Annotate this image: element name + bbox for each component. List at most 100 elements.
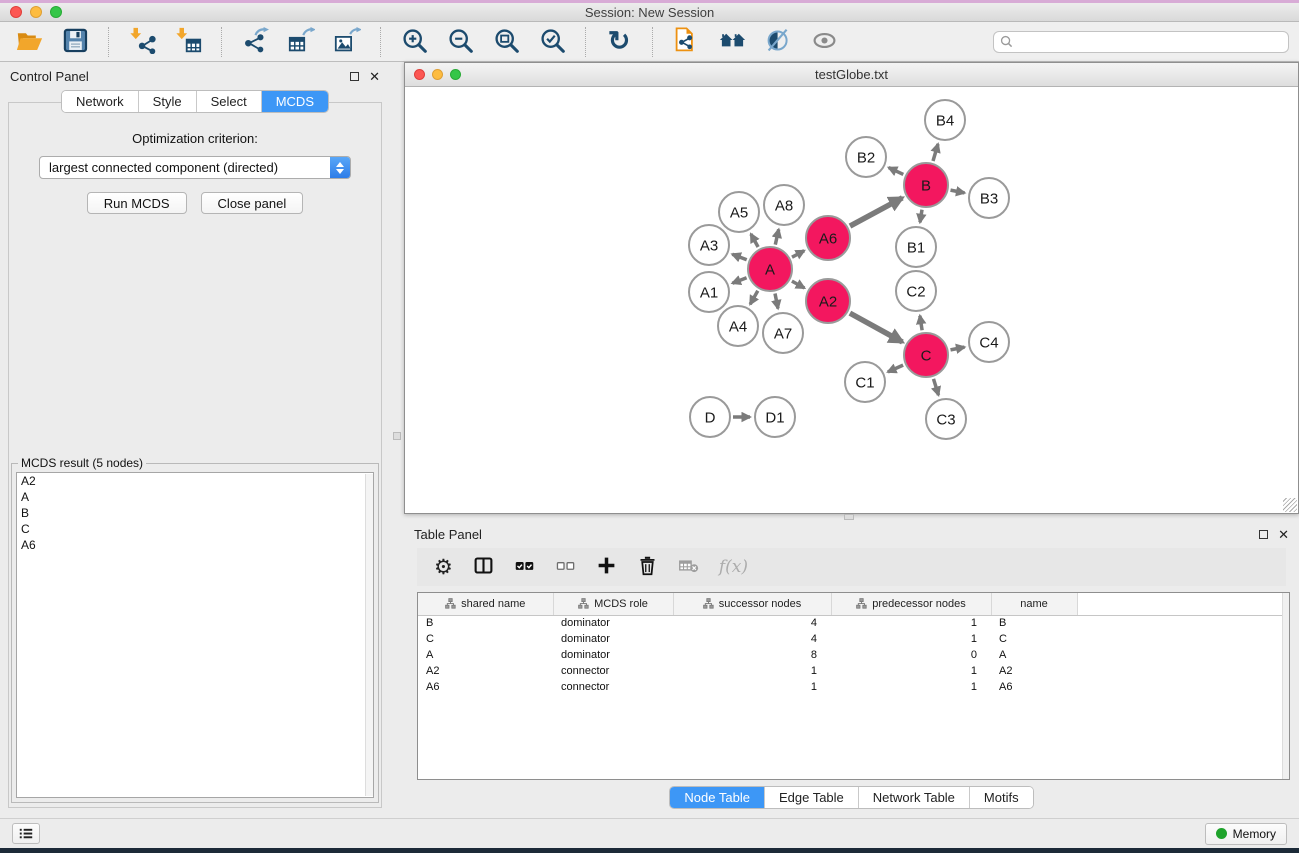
mcds-result-item[interactable]: C — [17, 521, 373, 537]
edge-A-A4[interactable] — [750, 291, 758, 304]
table-cell[interactable]: A — [418, 647, 553, 663]
memory-button[interactable]: Memory — [1205, 823, 1287, 845]
node-B[interactable]: B — [904, 163, 948, 207]
node-C4[interactable]: C4 — [969, 322, 1009, 362]
table-cell[interactable]: C — [991, 631, 1077, 647]
zoom-fit-button[interactable] — [487, 25, 525, 59]
table-cell[interactable]: dominator — [553, 615, 673, 631]
table-splitter[interactable] — [404, 514, 1299, 520]
table-cell[interactable]: 1 — [831, 663, 991, 679]
result-list-scrollbar[interactable] — [365, 474, 373, 796]
node-A1[interactable]: A1 — [689, 272, 729, 312]
table-cell[interactable]: 4 — [673, 615, 831, 631]
edge-A2-C[interactable] — [850, 313, 903, 342]
edge-C-C2[interactable] — [920, 316, 922, 331]
node-C2[interactable]: C2 — [896, 271, 936, 311]
table-row[interactable]: Cdominator41C — [418, 631, 1289, 647]
tab-node-table[interactable]: Node Table — [670, 787, 765, 808]
export-table-button[interactable] — [282, 25, 320, 59]
edge-A6-B[interactable] — [850, 198, 902, 226]
table-row[interactable]: Bdominator41B — [418, 615, 1289, 631]
close-panel-icon[interactable]: ✕ — [369, 70, 380, 83]
node-A2[interactable]: A2 — [806, 279, 850, 323]
search-field[interactable] — [993, 31, 1289, 53]
search-input[interactable] — [1017, 34, 1282, 50]
edge-A-A6[interactable] — [792, 251, 804, 258]
export-network-button[interactable] — [236, 25, 274, 59]
zoom-selected-button[interactable] — [533, 25, 571, 59]
table-cell[interactable]: connector — [553, 679, 673, 695]
table-options-gear-button[interactable]: ⚙ — [434, 557, 453, 578]
edge-B-B1[interactable] — [920, 210, 922, 223]
table-cell[interactable]: 1 — [673, 663, 831, 679]
edge-A-A2[interactable] — [792, 281, 805, 288]
network-window-titlebar[interactable]: testGlobe.txt — [405, 63, 1298, 87]
float-panel-icon[interactable] — [350, 72, 359, 81]
node-A8[interactable]: A8 — [764, 185, 804, 225]
table-cell[interactable]: C — [418, 631, 553, 647]
tab-network-table[interactable]: Network Table — [859, 787, 970, 808]
table-cell[interactable]: connector — [553, 663, 673, 679]
column-header[interactable]: successor nodes — [673, 593, 831, 615]
node-C[interactable]: C — [904, 333, 948, 377]
table-cell[interactable]: 1 — [673, 679, 831, 695]
table-close-panel-icon[interactable]: ✕ — [1278, 528, 1289, 541]
edge-C-C1[interactable] — [888, 365, 903, 372]
show-visual-details-button[interactable] — [805, 25, 843, 59]
edge-B-B3[interactable] — [951, 190, 965, 193]
mcds-result-item[interactable]: A6 — [17, 537, 373, 553]
window-titlebar[interactable]: Session: New Session — [0, 0, 1299, 22]
import-network-button[interactable] — [123, 25, 161, 59]
mcds-result-item[interactable]: A2 — [17, 473, 373, 489]
node-C3[interactable]: C3 — [926, 399, 966, 439]
table-scrollbar[interactable] — [1282, 593, 1289, 779]
edge-A-A5[interactable] — [751, 234, 758, 247]
table-cell[interactable]: 1 — [831, 679, 991, 695]
node-A3[interactable]: A3 — [689, 225, 729, 265]
network-canvas[interactable]: B4B2BB3B1A5A8A6A3AA1A2C2A4A7CC4C1C3DD1 — [405, 87, 1298, 513]
home-button[interactable] — [713, 25, 751, 59]
apply-layout-button[interactable]: ↻ — [600, 25, 638, 59]
close-panel-button[interactable]: Close panel — [201, 192, 304, 214]
network-graph[interactable]: B4B2BB3B1A5A8A6A3AA1A2C2A4A7CC4C1C3DD1 — [405, 87, 1298, 513]
edge-A-A7[interactable] — [775, 294, 778, 309]
column-header[interactable]: predecessor nodes — [831, 593, 991, 615]
tab-mcds[interactable]: MCDS — [262, 91, 328, 112]
splitter-handle[interactable] — [393, 432, 401, 440]
table-row[interactable]: A6connector11A6 — [418, 679, 1289, 695]
panel-splitter[interactable] — [390, 62, 404, 818]
run-mcds-button[interactable]: Run MCDS — [87, 192, 187, 214]
mcds-result-item[interactable]: A — [17, 489, 373, 505]
tab-edge-table[interactable]: Edge Table — [765, 787, 859, 808]
task-history-button[interactable] — [12, 823, 40, 844]
unselect-all-rows-button[interactable] — [555, 555, 576, 579]
network-minimize-button[interactable] — [432, 69, 443, 80]
tab-select[interactable]: Select — [197, 91, 262, 112]
table-cell[interactable]: A — [991, 647, 1077, 663]
resize-grip-icon[interactable] — [1283, 498, 1297, 512]
table-cell[interactable]: B — [418, 615, 553, 631]
node-B2[interactable]: B2 — [846, 137, 886, 177]
table-cell[interactable]: B — [991, 615, 1077, 631]
table-cell[interactable]: dominator — [553, 631, 673, 647]
import-table-button[interactable] — [169, 25, 207, 59]
table-cell[interactable]: 8 — [673, 647, 831, 663]
column-header[interactable]: name — [991, 593, 1077, 615]
node-B4[interactable]: B4 — [925, 100, 965, 140]
open-folder-button[interactable] — [10, 25, 48, 59]
criterion-dropdown[interactable]: largest connected component (directed) — [39, 156, 351, 179]
table-cell[interactable]: A2 — [418, 663, 553, 679]
node-C1[interactable]: C1 — [845, 362, 885, 402]
edge-B-B4[interactable] — [933, 144, 938, 161]
add-column-button[interactable] — [596, 555, 617, 579]
column-header[interactable]: shared name — [418, 593, 553, 615]
node-A[interactable]: A — [748, 247, 792, 291]
node-A7[interactable]: A7 — [763, 313, 803, 353]
zoom-in-button[interactable] — [395, 25, 433, 59]
node-D[interactable]: D — [690, 397, 730, 437]
node-A5[interactable]: A5 — [719, 192, 759, 232]
edge-A-A3[interactable] — [732, 254, 746, 260]
table-cell[interactable]: 1 — [831, 615, 991, 631]
table-splitter-handle[interactable] — [844, 514, 854, 520]
table-cell[interactable]: A6 — [991, 679, 1077, 695]
